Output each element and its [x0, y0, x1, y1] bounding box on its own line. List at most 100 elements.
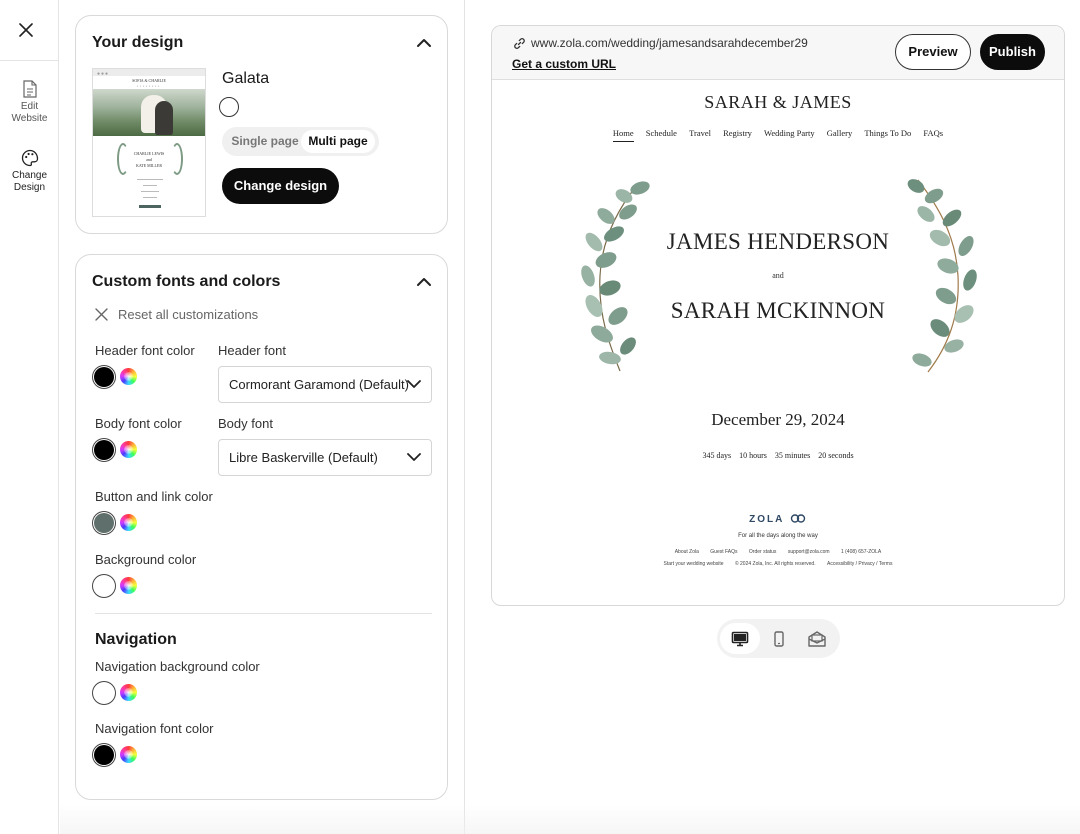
email-icon: [808, 630, 826, 647]
mobile-view-button[interactable]: [759, 623, 799, 654]
nav-background-color-label: Navigation background color: [95, 659, 260, 674]
design-thumbnail[interactable]: ●●● SOFIA & CHARLIE ▪▪▪▪▪▪▪▪ CHARLIE LEW…: [92, 68, 206, 217]
footer-link[interactable]: Start your wedding website: [664, 561, 724, 567]
preview-header: www.zola.com/wedding/jamesandsarahdecemb…: [492, 26, 1064, 80]
thumb-nav: ▪▪▪▪▪▪▪▪: [136, 84, 162, 88]
partner-two-name: SARAH MCKINNON: [670, 298, 886, 323]
zola-logo: ZOLA: [492, 514, 1064, 525]
body-font-select[interactable]: Libre Baskerville (Default): [218, 439, 432, 476]
body-font-label: Body font: [218, 416, 273, 431]
chevron-up-icon[interactable]: [415, 34, 433, 52]
thumb-photo: [93, 89, 205, 136]
footer-link[interactable]: support@zola.com: [788, 549, 830, 555]
site-nav-travel[interactable]: Travel: [689, 128, 711, 141]
page-mode-toggle: Single page Multi page: [222, 127, 379, 156]
footer-link[interactable]: Guest FAQs: [710, 549, 737, 555]
color-picker-icon[interactable]: [120, 514, 137, 531]
background-color-swatch[interactable]: [94, 576, 114, 596]
change-design-button[interactable]: Change design: [222, 168, 339, 204]
button-link-color-label: Button and link color: [95, 489, 213, 504]
countdown-days: 345 days: [702, 451, 732, 460]
chevron-up-icon[interactable]: [415, 273, 433, 291]
footer-tagline: For all the days along the way: [738, 533, 818, 539]
site-title: SARAH & JAMES: [704, 92, 852, 112]
wedding-date: December 29, 2024: [711, 410, 845, 429]
countdown-seconds: 20 seconds: [818, 451, 854, 460]
header-font-value: Cormorant Garamond (Default): [229, 377, 409, 392]
site-nav-schedule[interactable]: Schedule: [646, 128, 677, 141]
palette-icon: [21, 149, 38, 167]
rail-item-edit-website[interactable]: Edit Website: [0, 80, 59, 125]
publish-button[interactable]: Publish: [980, 34, 1045, 70]
site-nav-home[interactable]: Home: [612, 128, 634, 142]
site-nav-wedding-party[interactable]: Wedding Party: [764, 128, 815, 141]
thumb-line: [141, 191, 159, 192]
left-rail: Edit Website Change Design: [0, 0, 59, 834]
thumb-site-title: SOFIA & CHARLIE: [132, 78, 166, 83]
zola-logo-text: ZOLA: [749, 514, 785, 525]
and-text: and: [772, 271, 784, 280]
button-link-color-swatch[interactable]: [94, 513, 114, 533]
footer-link[interactable]: Order status: [749, 549, 777, 555]
url-text: www.zola.com/wedding/jamesandsarahdecemb…: [531, 36, 808, 50]
header-font-color-label: Header font color: [95, 343, 195, 358]
color-picker-icon[interactable]: [120, 746, 137, 763]
thumb-name1: CHARLIE LEWIS: [133, 151, 165, 156]
footer-link[interactable]: 1 (408) 657-ZOLA: [841, 549, 881, 555]
custom-fonts-colors-card: Custom fonts and colors Reset all custom…: [75, 254, 448, 800]
single-page-option[interactable]: Single page: [226, 130, 304, 153]
reset-customizations-button[interactable]: Reset all customizations: [95, 307, 258, 322]
color-picker-icon[interactable]: [120, 577, 137, 594]
partner-one-name: JAMES HENDERSON: [666, 229, 890, 254]
close-icon: [95, 308, 108, 321]
rings-icon: [790, 514, 806, 523]
desktop-view-button[interactable]: [720, 623, 760, 654]
custom-url-link[interactable]: Get a custom URL: [512, 57, 616, 71]
nav-font-color-label: Navigation font color: [95, 721, 214, 736]
email-view-button[interactable]: [797, 623, 837, 654]
close-icon[interactable]: [14, 18, 38, 42]
color-picker-icon[interactable]: [120, 368, 137, 385]
your-design-card: Your design ●●● SOFIA & CHARLIE ▪▪▪▪▪▪▪▪…: [75, 15, 448, 234]
thumb-line: [143, 197, 157, 198]
background-color-label: Background color: [95, 552, 197, 567]
thumb-browser-bar: [93, 69, 205, 76]
preview-button[interactable]: Preview: [895, 34, 971, 70]
site-nav: Home Schedule Travel Registry Wedding Pa…: [492, 128, 1064, 142]
website-url: www.zola.com/wedding/jamesandsarahdecemb…: [513, 36, 808, 50]
rail-item-change-design[interactable]: Change Design: [0, 149, 59, 194]
design-color-swatch[interactable]: [219, 97, 239, 117]
nav-font-color-swatch[interactable]: [94, 745, 114, 765]
chevron-down-icon: [407, 453, 421, 461]
countdown: 345 days 10 hours 35 minutes 20 seconds: [492, 451, 1064, 460]
rail-item-change-label: Change Design: [11, 170, 48, 193]
settings-panel: Your design ●●● SOFIA & CHARLIE ▪▪▪▪▪▪▪▪…: [59, 0, 465, 834]
header-font-color-swatch[interactable]: [94, 367, 114, 387]
site-nav-gallery[interactable]: Gallery: [827, 128, 853, 141]
desktop-icon: [731, 631, 749, 646]
color-picker-icon[interactable]: [120, 684, 137, 701]
nav-background-color-swatch[interactable]: [94, 683, 114, 703]
thumb-name2: KATE MILLER: [135, 163, 163, 168]
body-font-color-swatch[interactable]: [94, 440, 114, 460]
site-nav-faqs[interactable]: FAQs: [923, 128, 943, 141]
thumb-line: [137, 179, 163, 180]
app: Edit Website Change Design Your design ●…: [0, 0, 1080, 834]
navigation-section-title: Navigation: [95, 631, 177, 648]
your-design-title: Your design: [92, 34, 184, 51]
custom-fonts-title: Custom fonts and colors: [92, 273, 281, 290]
thumb-figure-groom: [155, 101, 173, 135]
rail-divider: [0, 60, 59, 61]
site-nav-registry[interactable]: Registry: [723, 128, 752, 141]
color-picker-icon[interactable]: [120, 441, 137, 458]
site-nav-things-to-do[interactable]: Things To Do: [864, 128, 911, 141]
document-icon: [22, 80, 37, 98]
mobile-icon: [774, 630, 784, 647]
header-font-select[interactable]: Cormorant Garamond (Default): [218, 366, 432, 403]
footer-link[interactable]: Accessibility / Privacy / Terms: [827, 561, 892, 567]
countdown-minutes: 35 minutes: [774, 451, 811, 460]
footer-links: About Zola Guest FAQs Order status suppo…: [492, 549, 1064, 555]
multi-page-option[interactable]: Multi page: [301, 130, 375, 153]
rail-item-edit-label: Edit Website: [11, 101, 48, 124]
footer-link[interactable]: About Zola: [675, 549, 699, 555]
